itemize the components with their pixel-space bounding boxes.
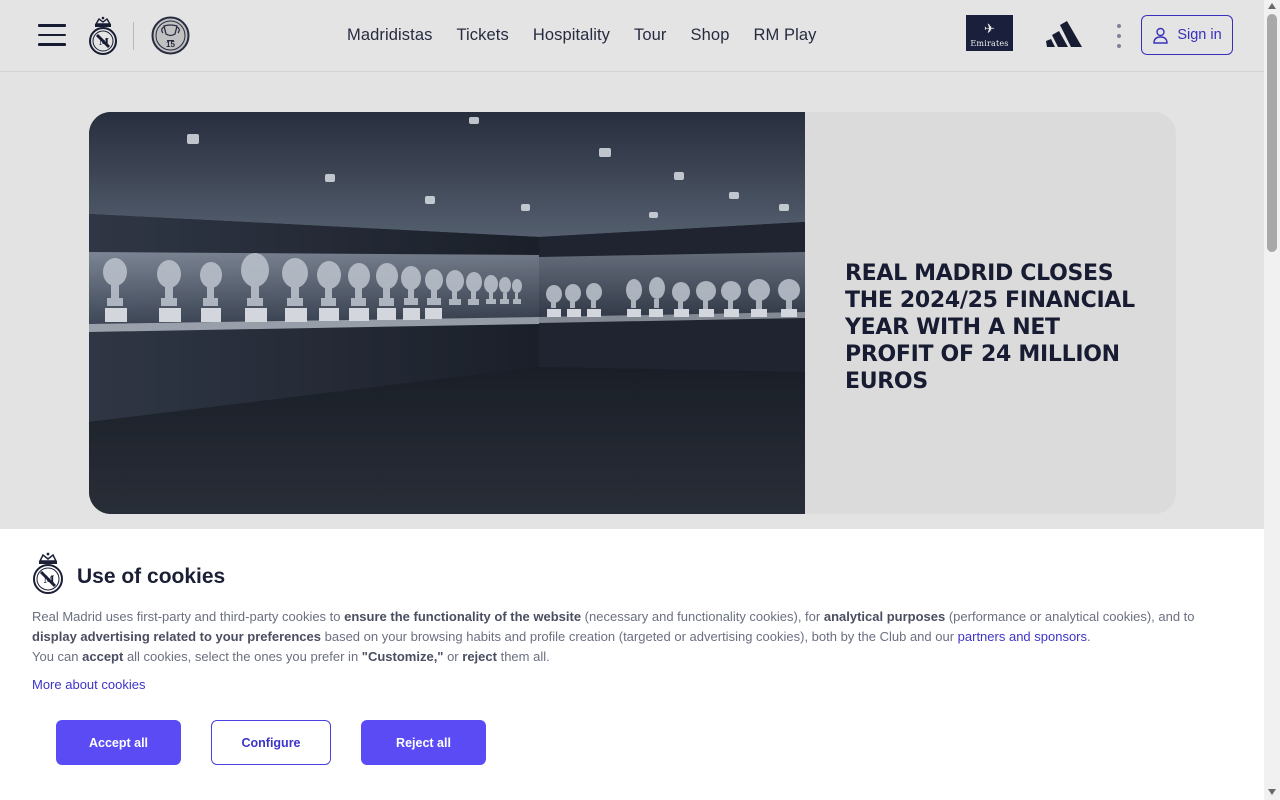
cookie-text-bold: "Customize," xyxy=(361,649,444,664)
nav-shop[interactable]: Shop xyxy=(691,26,730,45)
header-divider xyxy=(133,22,134,50)
real-madrid-crest-icon: M xyxy=(33,552,63,594)
cookie-text-bold: reject xyxy=(462,649,497,664)
emirates-sponsor-logo[interactable]: ✈ Emirates xyxy=(966,15,1013,51)
more-options-icon[interactable] xyxy=(1113,24,1125,48)
cookie-text-segment: You can xyxy=(32,649,83,664)
nav-tickets[interactable]: Tickets xyxy=(456,26,508,45)
page-scrollbar[interactable] xyxy=(1264,0,1280,800)
emirates-wordmark: Emirates xyxy=(970,39,1009,48)
more-about-cookies-link[interactable]: More about cookies xyxy=(32,677,145,692)
news-hero-card[interactable]: REAL MADRID CLOSES THE 2024/25 FINANCIAL… xyxy=(89,112,1176,514)
ucl-count: 15 xyxy=(166,40,175,49)
emirates-glyph-icon: ✈ xyxy=(984,22,995,37)
accept-all-button[interactable]: Accept all xyxy=(56,720,181,765)
cookie-text-segment: them all. xyxy=(496,649,550,664)
cookie-title: Use of cookies xyxy=(77,565,226,588)
cookie-text-segment: (necessary and functionality cookies), f… xyxy=(581,609,824,624)
nav-tour[interactable]: Tour xyxy=(634,26,667,45)
trophy-room-image xyxy=(89,112,805,514)
cookie-text-bold: analytical purposes xyxy=(823,609,946,624)
cookie-text-bold: accept xyxy=(82,649,124,664)
nav-rm-play[interactable]: RM Play xyxy=(753,26,816,45)
cookie-text-segment: . xyxy=(1087,629,1091,644)
sign-in-button[interactable]: Sign in xyxy=(1141,15,1233,55)
scroll-up-arrow-icon[interactable] xyxy=(1268,3,1276,9)
main-nav: Madridistas Tickets Hospitality Tour Sho… xyxy=(347,26,817,45)
adidas-logo-icon[interactable] xyxy=(1045,20,1095,48)
cookie-text-segment: (performance or analytical cookies), and… xyxy=(945,609,1195,624)
cookie-text-segment: Real Madrid uses first-party and third-p… xyxy=(32,609,345,624)
cookie-text-bold: ensure the functionality of the website xyxy=(344,609,582,624)
real-madrid-crest-icon[interactable]: M xyxy=(88,15,118,57)
cookie-consent-panel: M Use of cookies Real Madrid uses first-… xyxy=(0,529,1264,800)
cookie-text-bold: display advertising related to your pref… xyxy=(32,629,321,644)
user-icon xyxy=(1153,27,1169,44)
cookie-text-segment: based on your browsing habits and profil… xyxy=(321,629,958,644)
svg-text:M: M xyxy=(44,575,55,586)
news-headline[interactable]: REAL MADRID CLOSES THE 2024/25 FINANCIAL… xyxy=(845,260,1145,395)
svg-text:M: M xyxy=(99,38,109,48)
cookie-description: Real Madrid uses first-party and third-p… xyxy=(32,607,1232,667)
scroll-down-arrow-icon[interactable] xyxy=(1268,789,1276,795)
partners-sponsors-link[interactable]: partners and sponsors xyxy=(958,629,1087,644)
nav-madridistas[interactable]: Madridistas xyxy=(347,26,432,45)
champions-league-badge-icon[interactable]: 15 xyxy=(151,16,190,55)
menu-icon[interactable] xyxy=(38,24,66,46)
site-header: M 15 Madridistas Tickets Hospitality Tou… xyxy=(0,0,1264,72)
reject-all-button[interactable]: Reject all xyxy=(361,720,486,765)
sign-in-label: Sign in xyxy=(1177,27,1222,43)
nav-hospitality[interactable]: Hospitality xyxy=(533,26,610,45)
cookie-text-segment: all cookies, select the ones you prefer … xyxy=(123,649,362,664)
cookie-text-segment: or xyxy=(443,649,463,664)
scrollbar-thumb[interactable] xyxy=(1267,14,1277,252)
configure-button[interactable]: Configure xyxy=(211,720,331,765)
